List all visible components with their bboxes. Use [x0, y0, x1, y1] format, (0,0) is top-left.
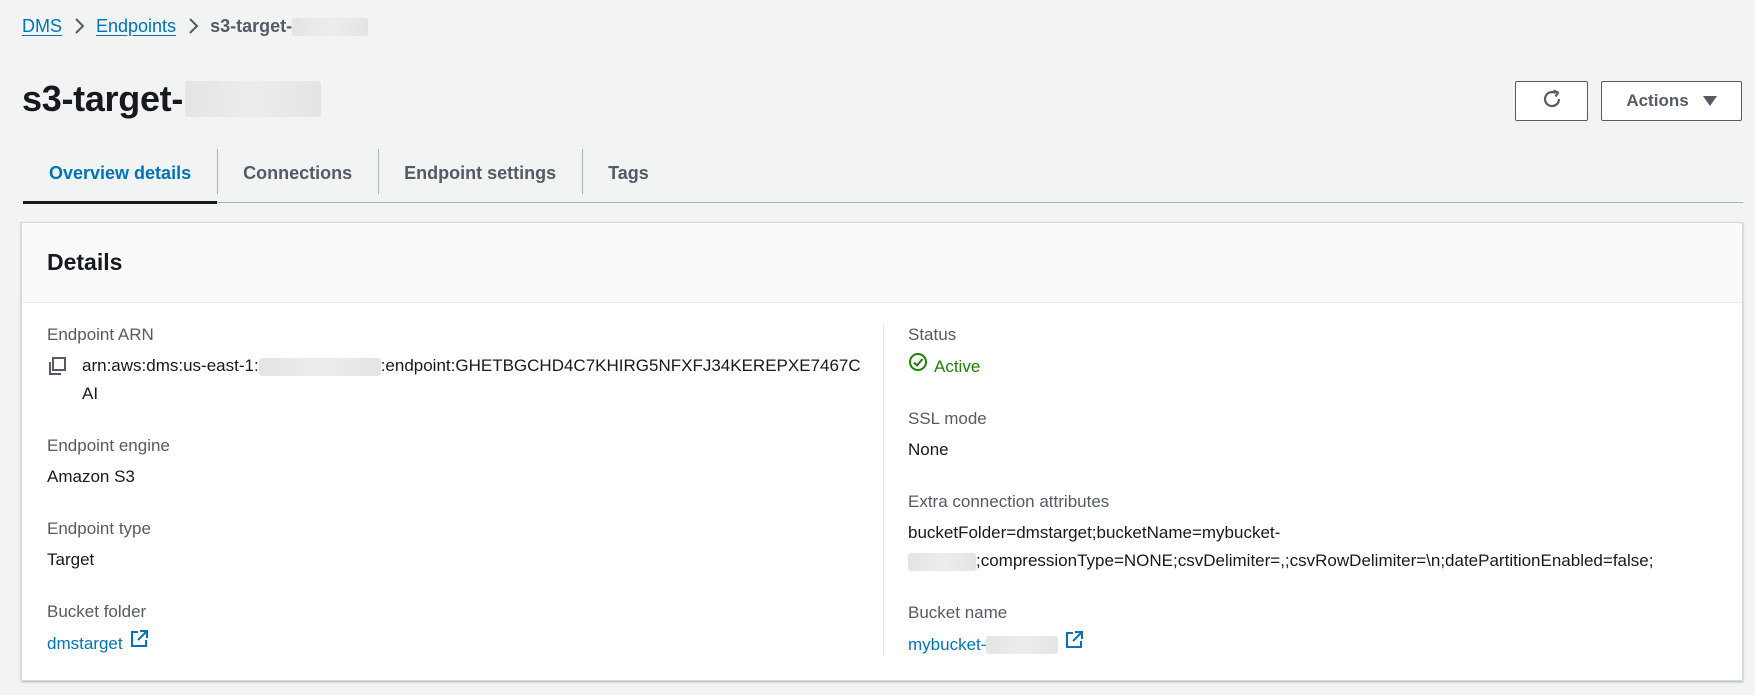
endpoint-arn-text: arn:aws:dms:us-east-1::endpoint:GHETBGCH… — [82, 352, 867, 408]
redacted-text — [185, 81, 322, 117]
details-panel: Details Endpoint ARN arn:aws:dms:us-east… — [21, 222, 1743, 681]
bucket-name-label: Bucket name — [908, 603, 1008, 622]
status-value: Active — [908, 352, 1728, 381]
ssl-mode-label: SSL mode — [908, 409, 987, 428]
extra-attributes-line-2: ;compressionType=NONE;csvDelimiter=,;csv… — [908, 547, 1728, 575]
bucket-folder-link-text: dmstarget — [47, 633, 123, 653]
ssl-mode-field: SSL mode None — [908, 407, 1728, 464]
chevron-right-icon — [62, 17, 96, 35]
bucket-folder-field: Bucket folder dmstarget — [47, 600, 887, 658]
tab-bar: Overview details Connections Endpoint se… — [23, 145, 1743, 204]
bucket-name-field: Bucket name mybucket- — [908, 601, 1728, 659]
redacted-account-id — [258, 357, 381, 376]
details-heading: Details — [47, 249, 123, 275]
ssl-mode-value: None — [908, 440, 949, 459]
arn-prefix: arn:aws:dms:us-east-1: — [82, 356, 259, 375]
breadcrumb-current: s3-target- — [210, 15, 369, 37]
redacted-text — [292, 17, 369, 36]
extra-connection-attributes-label: Extra connection attributes — [908, 492, 1110, 511]
redacted-text — [908, 552, 976, 571]
page-title-text: s3-target- — [22, 78, 184, 119]
tab-tags[interactable]: Tags — [582, 145, 675, 202]
header-actions: Actions — [1515, 81, 1742, 121]
breadcrumb-link-endpoints[interactable]: Endpoints — [96, 16, 176, 37]
external-link-icon — [1064, 630, 1084, 659]
check-circle-icon — [908, 352, 928, 381]
extra-attributes-line-1: bucketFolder=dmstarget;bucketName=mybuck… — [908, 523, 1281, 542]
copy-icon[interactable] — [47, 352, 73, 380]
bucket-folder-link[interactable]: dmstarget — [47, 629, 149, 658]
breadcrumb-current-label: s3-target- — [210, 15, 293, 36]
bucket-name-link-text: mybucket- — [908, 631, 1059, 659]
bucket-folder-label: Bucket folder — [47, 602, 147, 621]
bucket-name-text: mybucket- — [908, 634, 987, 654]
extra-attributes-line-2-text: ;compressionType=NONE;csvDelimiter=,;csv… — [976, 551, 1654, 570]
tab-connections[interactable]: Connections — [217, 145, 378, 202]
actions-label: Actions — [1626, 91, 1689, 110]
details-right-column: Status Active SSL mode None Extra connec… — [908, 323, 1728, 685]
details-panel-header: Details — [22, 223, 1742, 303]
breadcrumb-link-dms[interactable]: DMS — [22, 16, 62, 37]
tab-overview-details[interactable]: Overview details — [23, 145, 218, 204]
column-divider — [883, 323, 884, 656]
status-field: Status Active — [908, 323, 1728, 381]
details-panel-body: Endpoint ARN arn:aws:dms:us-east-1::endp… — [22, 303, 1742, 681]
status-label: Status — [908, 325, 957, 344]
status-text: Active — [934, 356, 981, 376]
endpoint-engine-value: Amazon S3 — [47, 467, 135, 486]
endpoint-arn-label: Endpoint ARN — [47, 325, 154, 344]
extra-connection-attributes-value: bucketFolder=dmstarget;bucketName=mybuck… — [908, 519, 1728, 575]
endpoint-engine-field: Endpoint engine Amazon S3 — [47, 434, 887, 491]
redacted-text — [986, 636, 1059, 655]
details-left-column: Endpoint ARN arn:aws:dms:us-east-1::endp… — [47, 323, 887, 684]
tab-endpoint-settings[interactable]: Endpoint settings — [378, 145, 582, 202]
endpoint-arn-field: Endpoint ARN arn:aws:dms:us-east-1::endp… — [47, 323, 887, 408]
endpoint-engine-label: Endpoint engine — [47, 436, 170, 455]
page-title: s3-target- — [22, 78, 322, 120]
extra-connection-attributes-field: Extra connection attributes bucketFolder… — [908, 490, 1728, 575]
endpoint-type-label: Endpoint type — [47, 519, 151, 538]
chevron-right-icon — [176, 17, 210, 35]
endpoint-arn-value: arn:aws:dms:us-east-1::endpoint:GHETBGCH… — [47, 352, 887, 408]
caret-down-icon — [1702, 91, 1717, 111]
actions-dropdown-button[interactable]: Actions — [1601, 81, 1742, 121]
endpoint-type-value: Target — [47, 550, 95, 569]
endpoint-type-field: Endpoint type Target — [47, 517, 887, 574]
refresh-icon — [1541, 88, 1563, 115]
breadcrumb: DMS Endpoints s3-target- — [22, 14, 369, 38]
refresh-button[interactable] — [1515, 81, 1588, 121]
bucket-name-link[interactable]: mybucket- — [908, 630, 1084, 659]
external-link-icon — [129, 629, 149, 658]
